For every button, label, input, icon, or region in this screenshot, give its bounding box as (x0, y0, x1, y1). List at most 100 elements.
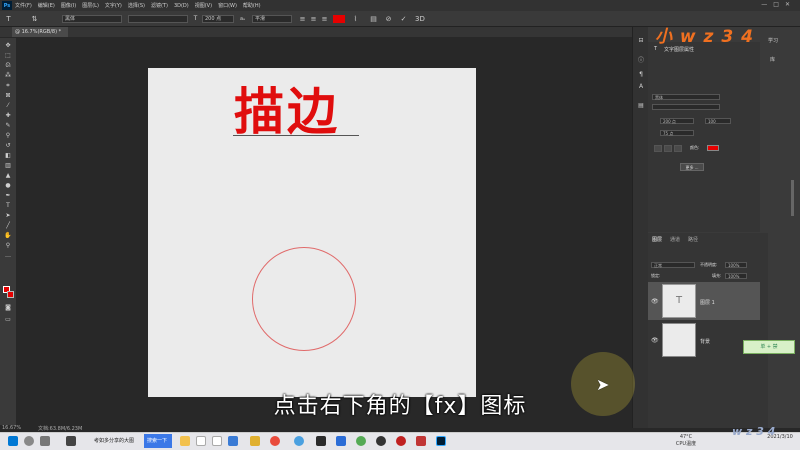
file-icon[interactable] (180, 436, 190, 446)
background-color[interactable] (7, 291, 14, 298)
menu-edit[interactable]: 编辑(E) (38, 2, 55, 9)
opacity-field[interactable]: 100% (725, 262, 747, 268)
3d-icon[interactable]: 3D (415, 14, 425, 24)
panel-color-swatch[interactable] (707, 145, 719, 151)
type-tool-icon[interactable]: T (4, 14, 13, 24)
panel-font-size[interactable]: 200 点 (660, 118, 694, 124)
path-select-icon[interactable]: ➤ (3, 212, 13, 220)
paragraph-panel-icon[interactable]: ¶ (637, 71, 645, 79)
menu-help[interactable]: 帮助(H) (243, 2, 261, 9)
menu-image[interactable]: 图像(I) (61, 2, 76, 9)
character-panel-icon[interactable]: A (637, 83, 645, 91)
menu-type[interactable]: 文字(Y) (105, 2, 122, 9)
chrome-icon[interactable] (270, 436, 280, 446)
app-icon[interactable] (66, 436, 76, 446)
move-tool-icon[interactable]: ✥ (3, 42, 13, 50)
zoom-tool-icon[interactable]: ⚲ (3, 242, 13, 250)
dodge-tool-icon[interactable]: ● (3, 182, 13, 190)
panel-font-family[interactable]: 黑体 (652, 94, 720, 100)
blend-mode-select[interactable]: 正常 (651, 262, 695, 268)
more-button[interactable]: 更多 ... (680, 163, 704, 171)
panel-scrollbar[interactable] (791, 180, 794, 216)
background-layer-name[interactable]: 背景 (700, 338, 710, 345)
document-icon[interactable] (196, 436, 206, 446)
marquee-tool-icon[interactable]: ⬚ (3, 52, 13, 60)
history-brush-icon[interactable]: ↺ (3, 142, 13, 150)
layer-comps-icon[interactable]: ▤ (637, 102, 645, 110)
align-right-button[interactable] (674, 145, 682, 152)
eraser-tool-icon[interactable]: ◧ (3, 152, 13, 160)
cancel-icon[interactable]: ⊘ (384, 14, 393, 24)
align-center-icon[interactable]: ≡ (309, 14, 318, 24)
shape-tool-icon[interactable]: ╱ (3, 222, 13, 230)
tab-paths[interactable]: 路径 (688, 236, 698, 243)
search-icon[interactable] (24, 436, 34, 446)
more-tools-icon[interactable]: … (3, 252, 13, 260)
pen-tool-icon[interactable]: ✒ (3, 192, 13, 200)
frame-tool-icon[interactable]: ⊠ (3, 92, 13, 100)
menu-window[interactable]: 窗口(W) (218, 2, 237, 9)
healing-brush-icon[interactable]: ✚ (3, 112, 13, 120)
gradient-tool-icon[interactable]: ▥ (3, 162, 13, 170)
hand-tool-icon[interactable]: ✋ (3, 232, 13, 240)
menu-file[interactable]: 文件(F) (15, 2, 32, 9)
stamp-tool-icon[interactable]: ⚲ (3, 132, 13, 140)
app-icon[interactable] (356, 436, 366, 446)
fill-field[interactable]: 100% (725, 273, 747, 279)
record-icon[interactable] (396, 436, 406, 446)
canvas-text-layer[interactable]: 描边 (234, 82, 340, 142)
document-tab[interactable]: @ 16.7%(RGB/8) * (12, 27, 68, 37)
layer-name[interactable]: 图层 1 (700, 299, 715, 306)
app-icon[interactable] (228, 436, 238, 446)
learn-button[interactable]: 学习 (768, 37, 778, 44)
align-left-icon[interactable]: ≡ (298, 14, 307, 24)
eyedropper-icon[interactable]: ⁄ (3, 102, 13, 110)
type-tool-icon[interactable]: T (3, 202, 13, 210)
history-panel-icon[interactable]: ⊟ (637, 37, 645, 45)
tab-channels[interactable]: 通道 (670, 236, 680, 243)
screen-mode-icon[interactable]: ▭ (3, 316, 13, 324)
menu-filter[interactable]: 滤镜(T) (151, 2, 168, 9)
taskbar-app-search[interactable]: 搜索一下 (144, 434, 172, 448)
panel-leading[interactable]: 75 点 (660, 130, 694, 136)
photoshop-taskbar-icon[interactable] (436, 436, 446, 446)
quick-mask-icon[interactable]: ◙ (3, 304, 13, 312)
folder-icon[interactable] (250, 436, 260, 446)
document-icon[interactable] (212, 436, 222, 446)
task-view-icon[interactable] (40, 436, 50, 446)
antialias-select[interactable]: 平滑 (252, 15, 292, 23)
app-icon[interactable] (376, 436, 386, 446)
word-icon[interactable] (336, 436, 346, 446)
align-left-button[interactable] (654, 145, 662, 152)
app-icon[interactable] (416, 436, 426, 446)
blur-tool-icon[interactable]: ▲ (3, 172, 13, 180)
info-panel-icon[interactable]: ⓘ (637, 55, 645, 64)
window-controls[interactable]: —□✕ (761, 1, 796, 8)
zoom-level[interactable]: 16.67% (2, 425, 21, 431)
character-panel-icon[interactable]: ▤ (369, 14, 378, 24)
align-center-button[interactable] (664, 145, 672, 152)
start-icon[interactable] (8, 436, 18, 446)
text-orientation-icon[interactable]: ⇅ (30, 14, 39, 24)
warp-text-icon[interactable]: ⌇ (351, 14, 360, 24)
media-icon[interactable] (316, 436, 326, 446)
font-style-select[interactable] (128, 15, 188, 23)
panel-tracking[interactable]: 100 (705, 118, 731, 124)
tab-layers[interactable]: 图层 (652, 236, 662, 243)
visibility-eye-icon[interactable]: 👁 (651, 298, 659, 305)
browser-icon[interactable] (294, 436, 304, 446)
crop-tool-icon[interactable]: ⌗ (3, 82, 13, 90)
taskbar-app-browser[interactable]: 考如多分享的大图 (82, 434, 144, 448)
menu-3d[interactable]: 3D(D) (174, 3, 189, 9)
menu-layer[interactable]: 图层(L) (82, 2, 99, 9)
text-color-swatch[interactable] (333, 15, 345, 23)
menu-select[interactable]: 选择(S) (128, 2, 145, 9)
commit-check-icon[interactable]: ✓ (399, 14, 408, 24)
align-right-icon[interactable]: ≡ (320, 14, 329, 24)
lasso-tool-icon[interactable]: ᘏ (3, 62, 13, 70)
libraries-button[interactable]: 库 (770, 56, 775, 63)
panel-font-style[interactable] (652, 104, 720, 110)
font-family-select[interactable]: 黑体 (62, 15, 122, 23)
visibility-eye-icon[interactable]: 👁 (651, 337, 659, 344)
magic-wand-icon[interactable]: ⁂ (3, 72, 13, 80)
